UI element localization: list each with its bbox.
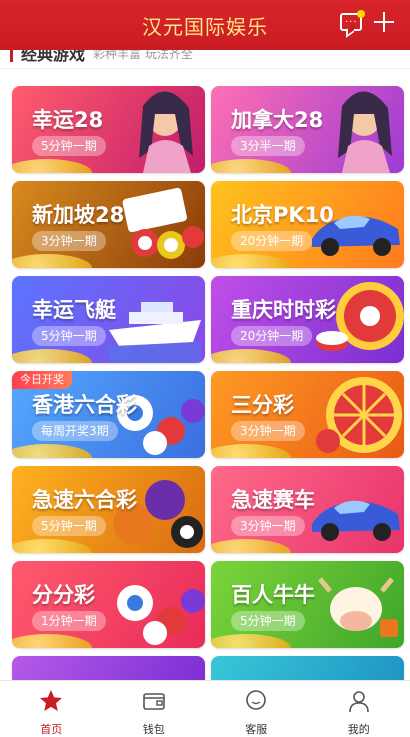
chat-bubble-icon — [243, 688, 269, 721]
game-name: 北京PK10 — [231, 199, 334, 229]
game-name: 急速六合彩 — [32, 484, 137, 514]
game-name: 香港六合彩 — [32, 389, 137, 419]
game-period-badge: 5分钟一期 — [32, 326, 106, 346]
balls-illustration — [105, 561, 205, 648]
game-period-badge: 3分钟一期 — [231, 421, 305, 441]
gold-coins-decoration — [12, 539, 92, 553]
game-name: 加拿大28 — [231, 104, 323, 134]
game-period-badge: 每周开奖3期 — [32, 421, 118, 441]
game-card[interactable]: 加拿大283分半一期 — [211, 86, 404, 173]
user-icon — [346, 688, 372, 721]
game-grid: 幸运285分钟一期加拿大283分半一期新加坡283分钟一期北京PK1020分钟一… — [12, 86, 402, 686]
game-card[interactable]: 幸运285分钟一期 — [12, 86, 205, 173]
notification-dot — [357, 10, 365, 18]
gold-coins-decoration — [211, 254, 291, 268]
game-period-badge: 3分钟一期 — [231, 516, 305, 536]
game-card[interactable]: 幸运飞艇5分钟一期 — [12, 276, 205, 363]
character-illustration — [105, 86, 205, 173]
cow-illustration — [304, 561, 404, 648]
game-card[interactable]: 香港六合彩每周开奖3期 今日开奖 — [12, 371, 205, 458]
message-icon[interactable]: ··· — [340, 13, 362, 31]
game-card[interactable]: 急速赛车3分钟一期 — [211, 466, 404, 553]
plus-icon[interactable] — [372, 10, 396, 34]
game-card[interactable]: 重庆时时彩20分钟一期 — [211, 276, 404, 363]
gold-coins-decoration — [211, 539, 291, 553]
top-bar: 汉元国际娱乐 ··· — [0, 0, 410, 50]
nav-item-3[interactable]: 客服 — [205, 681, 308, 736]
gold-coins-decoration — [211, 634, 291, 648]
game-name: 新加坡28 — [32, 199, 124, 229]
racecar-illustration — [304, 466, 404, 553]
gold-coins-decoration — [12, 349, 92, 363]
game-card[interactable]: 新加坡283分钟一期 — [12, 181, 205, 268]
game-name: 分分彩 — [32, 579, 95, 609]
game-name: 幸运飞艇 — [32, 294, 116, 324]
wallet-icon — [141, 688, 167, 721]
game-name: 百人牛牛 — [231, 579, 315, 609]
gold-coins-decoration — [211, 159, 291, 173]
nav-item-4[interactable]: 我的 — [308, 681, 410, 736]
nav-item-1[interactable]: 首页 — [0, 681, 103, 736]
game-name: 重庆时时彩 — [231, 294, 336, 324]
gold-coins-decoration — [211, 444, 291, 458]
game-name: 急速赛车 — [231, 484, 315, 514]
app-title: 汉元国际娱乐 — [142, 11, 268, 40]
game-period-badge: 5分钟一期 — [32, 516, 106, 536]
gold-coins-decoration — [12, 444, 92, 458]
bottom-nav: 首页钱包客服我的 — [0, 680, 410, 736]
game-card[interactable]: 三分彩3分钟一期 — [211, 371, 404, 458]
nav-item-2[interactable]: 钱包 — [103, 681, 206, 736]
game-period-badge: 20分钟一期 — [231, 231, 312, 251]
game-name: 三分彩 — [231, 389, 294, 419]
gold-coins-decoration — [211, 349, 291, 363]
game-period-badge: 1分钟一期 — [32, 611, 106, 631]
wheel-illustration — [304, 371, 404, 458]
game-card[interactable]: 分分彩1分钟一期 — [12, 561, 205, 648]
gold-coins-decoration — [12, 634, 92, 648]
game-period-badge: 5分钟一期 — [32, 136, 106, 156]
game-period-badge: 5分钟一期 — [231, 611, 305, 631]
game-card[interactable]: 急速六合彩5分钟一期 — [12, 466, 205, 553]
game-card[interactable]: 北京PK1020分钟一期 — [211, 181, 404, 268]
game-card[interactable]: 百人牛牛5分钟一期 — [211, 561, 404, 648]
game-period-badge: 20分钟一期 — [231, 326, 312, 346]
game-period-badge: 3分半一期 — [231, 136, 305, 156]
gold-coins-decoration — [12, 159, 92, 173]
game-name: 幸运28 — [32, 104, 103, 134]
game-period-badge: 3分钟一期 — [32, 231, 106, 251]
gold-coins-decoration — [12, 254, 92, 268]
star-icon — [38, 688, 64, 721]
ship-illustration — [105, 276, 205, 363]
today-draw-tag: 今日开奖 — [12, 371, 72, 389]
